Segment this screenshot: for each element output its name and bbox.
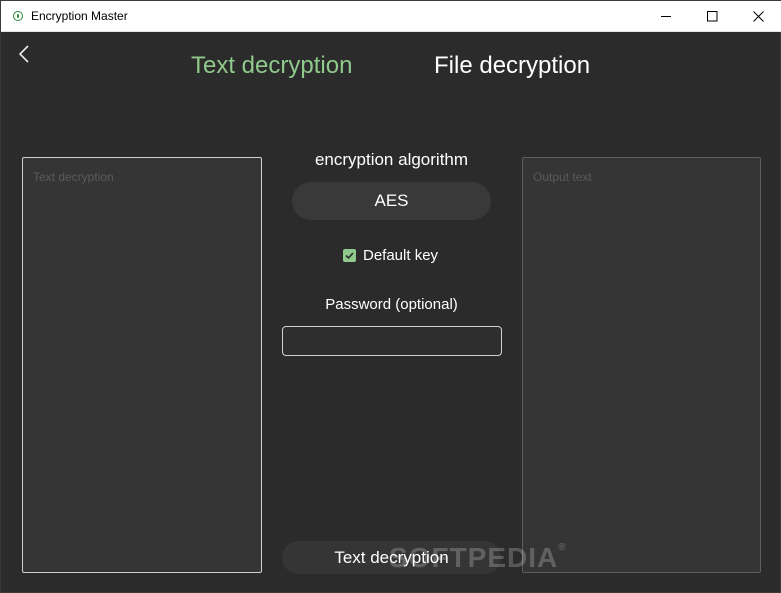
- output-placeholder: Output text: [533, 170, 592, 184]
- algorithm-label: encryption algorithm: [314, 150, 469, 169]
- tab-text-decryption[interactable]: Text decryption: [191, 52, 352, 80]
- default-key-checkbox[interactable]: [343, 248, 356, 262]
- title-bar: Encryption Master: [1, 1, 781, 32]
- close-button[interactable]: [735, 1, 781, 31]
- maximize-button[interactable]: [689, 1, 735, 31]
- close-icon: [752, 10, 764, 22]
- default-key-label: Default key: [363, 246, 439, 264]
- checkmark-icon: [345, 251, 354, 259]
- minimize-icon: [660, 15, 671, 17]
- app-logo-icon: [13, 11, 23, 21]
- chevron-left-icon: [18, 45, 29, 63]
- window-title: Encryption Master: [31, 9, 128, 23]
- app-window: Encryption Master Text decryption File d…: [0, 0, 781, 593]
- output-textarea[interactable]: Output text: [522, 157, 761, 573]
- back-button[interactable]: [15, 43, 35, 65]
- decrypt-button[interactable]: Text decryption: [282, 541, 501, 574]
- default-key-option[interactable]: Default key: [343, 245, 438, 265]
- input-textarea[interactable]: Text decryption: [22, 157, 262, 573]
- tab-file-decryption[interactable]: File decryption: [434, 52, 590, 80]
- password-label: Password (optional): [325, 296, 458, 313]
- password-input[interactable]: [282, 326, 502, 356]
- maximize-icon: [706, 10, 717, 21]
- algorithm-select[interactable]: AES: [292, 182, 491, 220]
- minimize-button[interactable]: [643, 1, 689, 31]
- input-placeholder: Text decryption: [33, 170, 114, 184]
